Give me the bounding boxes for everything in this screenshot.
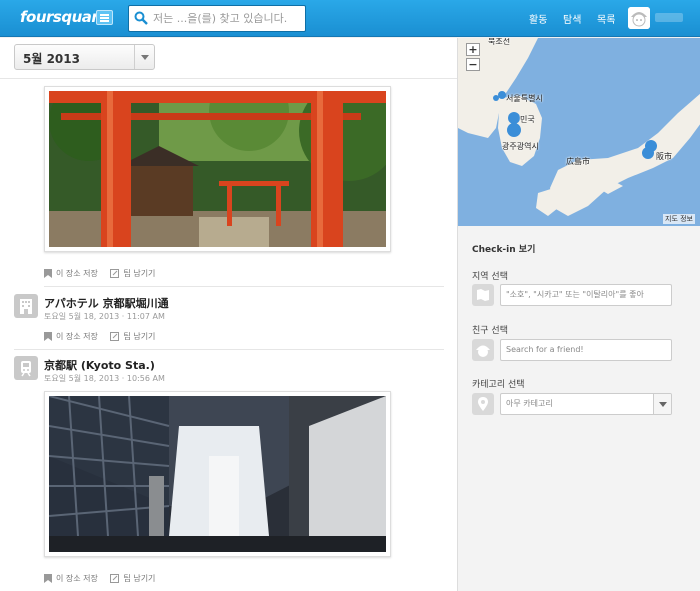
edit-icon (110, 332, 120, 341)
chevron-down-icon (653, 394, 671, 414)
menu-icon[interactable] (96, 10, 113, 25)
torii-gate-photo (49, 91, 386, 247)
search-box (128, 5, 306, 32)
month-value: 5월 2013 (23, 52, 80, 66)
friend-search-input[interactable]: Search for a friend! (500, 339, 672, 361)
category-select[interactable]: 아무 카테고리 (500, 393, 672, 415)
friend-label: 친구 선택 (472, 326, 508, 336)
map-label: 민국 (520, 115, 535, 124)
edit-icon (110, 269, 120, 278)
map-label: 광주광역시 (502, 142, 539, 151)
search-icon (134, 11, 148, 25)
leave-tip-label: 팁 남기기 (123, 332, 156, 341)
month-select[interactable]: 5월 2013 (14, 44, 155, 70)
nav-explore[interactable]: 탐색 (563, 11, 581, 26)
map-label: 阪市 (656, 152, 672, 161)
save-place-link[interactable]: 이 장소 저장 (44, 268, 98, 279)
map-label: 북조선 (488, 38, 511, 46)
entry-actions: 이 장소 저장 팁 남기기 (44, 331, 165, 343)
checkin-time: 토요일 5월 18, 2013 · 10:56 AM (44, 374, 165, 383)
zoom-out-button[interactable]: − (466, 58, 480, 71)
search-input[interactable] (153, 9, 301, 28)
map-icon (472, 284, 494, 306)
edit-icon (110, 574, 120, 583)
map-info-link[interactable]: 지도 정보 (663, 214, 695, 224)
friend-avatar-icon (472, 339, 494, 361)
divider (44, 286, 444, 287)
user-avatar-icon (628, 7, 650, 29)
bookmark-icon (44, 574, 52, 583)
venue-name[interactable]: アパホテル 京都駅堀川通 (44, 295, 169, 311)
leave-tip-link[interactable]: 팁 남기기 (110, 268, 155, 279)
checkin-time: 토요일 5월 18, 2013 · 11:07 AM (44, 312, 165, 321)
save-place-link[interactable]: 이 장소 저장 (44, 331, 98, 342)
venue-name[interactable]: 京都駅 (Kyoto Sta.) (44, 357, 155, 373)
leave-tip-link[interactable]: 팁 남기기 (110, 573, 155, 584)
checkin-map[interactable]: + − 북조선 서울특별시 민국 광주광역시 広島市 阪市 지도 정보 (458, 38, 700, 226)
zoom-in-button[interactable]: + (466, 43, 480, 56)
divider (14, 349, 444, 350)
user-name-placeholder[interactable] (655, 13, 683, 22)
divider (0, 78, 457, 79)
bookmark-icon (44, 332, 52, 341)
avatar[interactable] (628, 7, 650, 29)
leave-tip-link[interactable]: 팁 남기기 (110, 331, 155, 342)
category-label: 카테고리 선택 (472, 380, 525, 390)
map-canvas (458, 38, 700, 226)
checkin-feed: 5월 2013 이 장소 저장 팁 남기기 アパホテル 京都駅堀川通 토요일 5… (0, 38, 457, 591)
map-label: 広島市 (566, 157, 590, 166)
train-icon (14, 356, 38, 380)
save-place-label: 이 장소 저장 (56, 269, 98, 278)
save-place-label: 이 장소 저장 (56, 332, 98, 341)
top-bar: foursquare 활동 탐색 목록 (0, 0, 700, 37)
chevron-down-icon (134, 45, 154, 69)
leave-tip-label: 팁 남기기 (123, 574, 156, 583)
entry-actions: 이 장소 저장 팁 남기기 (44, 573, 165, 585)
region-label: 지역 선택 (472, 272, 508, 282)
leave-tip-label: 팁 남기기 (123, 269, 156, 278)
bookmark-icon (44, 269, 52, 278)
map-label: 서울특별시 (506, 94, 543, 103)
region-input[interactable]: "소호", "시카고" 또는 "이탈리아"를 좋아 (500, 284, 672, 306)
save-place-link[interactable]: 이 장소 저장 (44, 573, 98, 584)
location-pin-icon (472, 393, 494, 415)
save-place-label: 이 장소 저장 (56, 574, 98, 583)
entry-actions: 이 장소 저장 팁 남기기 (44, 268, 165, 280)
nav-activity[interactable]: 활동 (529, 11, 547, 26)
category-value: 아무 카테고리 (506, 399, 553, 408)
checkin-photo-torii[interactable] (44, 86, 391, 252)
nav-lists[interactable]: 목록 (597, 11, 615, 26)
checkin-view-title: Check-in 보기 (472, 245, 536, 255)
kyoto-station-photo (49, 396, 386, 552)
checkin-photo-kyoto-station[interactable] (44, 391, 391, 557)
sidebar: + − 북조선 서울특별시 민국 광주광역시 広島市 阪市 지도 정보 Chec… (457, 38, 700, 591)
hotel-icon (14, 294, 38, 318)
foursquare-logo[interactable]: foursquare (20, 8, 108, 26)
